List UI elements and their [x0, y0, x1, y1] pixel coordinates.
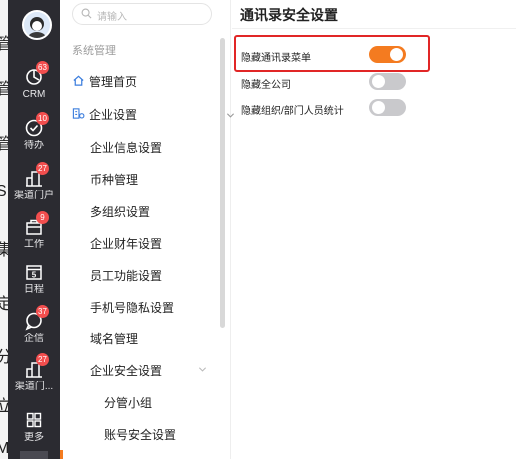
- rail-item-schedule[interactable]: 5 日程: [8, 261, 60, 296]
- rail-item-label: CRM: [22, 89, 46, 100]
- menu-item-security-settings[interactable]: 企业安全设置: [90, 362, 162, 379]
- rail-item-todo[interactable]: 10 待办: [8, 112, 60, 152]
- search-icon: [81, 8, 92, 19]
- settings-menu: 请输入 系统管理 管理首页 企业设置 企业信息设置 币种管理 多组织设置 企业财…: [60, 0, 235, 459]
- todo-badge: 10: [36, 112, 49, 125]
- menu-item-account-security[interactable]: 账号安全设置: [104, 426, 176, 443]
- chevron-down-icon[interactable]: [226, 111, 235, 120]
- rail-item-channel-portal[interactable]: 27 渠道门户: [8, 162, 60, 202]
- rail-item-work[interactable]: 9 工作: [8, 211, 60, 251]
- chat-badge: 37: [36, 305, 49, 318]
- rail-item-label: 工作: [24, 239, 44, 250]
- calendar-day: 5: [32, 271, 37, 280]
- setting-label-hide-whole-company: 隐藏全公司: [241, 80, 291, 91]
- rail-item-channel-portal-2[interactable]: 27 渠道门...: [8, 353, 60, 393]
- rail-item-crm[interactable]: 63 CRM: [8, 61, 60, 101]
- calendar-icon: 5: [26, 265, 42, 280]
- rail-item-enterprise-chat[interactable]: 37 企信: [8, 305, 60, 345]
- menu-item-fiscal-year[interactable]: 企业财年设置: [90, 235, 162, 252]
- search-placeholder: 请输入: [97, 12, 127, 23]
- menu-item-sub-groups[interactable]: 分管小组: [104, 394, 152, 411]
- avatar[interactable]: [22, 10, 52, 40]
- channel2-badge: 27: [36, 353, 49, 366]
- grid-icon: [26, 412, 42, 428]
- page-title: 通讯录安全设置: [240, 7, 338, 23]
- rail-item-label: 日程: [24, 284, 44, 295]
- rail-item-label: 更多: [24, 432, 44, 443]
- rail-item-label: 企信: [24, 333, 44, 344]
- highlight-box: [234, 35, 430, 72]
- rail-item-more[interactable]: 更多: [8, 409, 60, 444]
- chevron-down-icon[interactable]: [198, 365, 207, 374]
- toggle-hide-dept-stats[interactable]: [369, 99, 406, 116]
- avatar-icon: [24, 12, 50, 38]
- menu-item-domain[interactable]: 域名管理: [90, 330, 138, 347]
- crm-badge: 63: [36, 61, 49, 74]
- menu-item-label: 管理首页: [89, 75, 138, 89]
- menu-item-currency[interactable]: 币种管理: [90, 171, 138, 188]
- background-glyph: S: [0, 183, 7, 200]
- active-indicator: [60, 450, 63, 459]
- rail-bottom-handle: [20, 451, 48, 459]
- channel-badge: 27: [36, 162, 49, 175]
- rail-item-label: 待办: [24, 140, 44, 151]
- menu-scrollbar[interactable]: [220, 38, 225, 328]
- app-rail: 63 CRM 10 待办 27 渠道门户 9 工作 5 日程 37 企信 27 …: [8, 0, 60, 459]
- toggle-hide-whole-company[interactable]: [369, 73, 406, 90]
- menu-group-title: 系统管理: [72, 45, 116, 57]
- work-badge: 9: [36, 211, 49, 224]
- rail-item-label: 渠道门户: [14, 190, 54, 201]
- home-icon: [73, 75, 84, 86]
- toggle-knob: [372, 75, 385, 88]
- menu-item-employee-features[interactable]: 员工功能设置: [90, 267, 162, 284]
- divider: [232, 28, 516, 29]
- menu-item-multi-org[interactable]: 多组织设置: [90, 203, 150, 220]
- menu-item-company-info[interactable]: 企业信息设置: [90, 139, 162, 156]
- menu-item-phone-privacy[interactable]: 手机号隐私设置: [90, 299, 174, 316]
- menu-item-label: 企业设置: [89, 108, 138, 122]
- toggle-knob: [372, 101, 385, 114]
- enterprise-icon: [72, 108, 85, 119]
- rail-item-label: 渠道门...: [14, 381, 54, 392]
- search-input[interactable]: 请输入: [72, 3, 212, 25]
- setting-label-hide-dept-stats: 隐藏组织/部门人员统计: [241, 106, 344, 117]
